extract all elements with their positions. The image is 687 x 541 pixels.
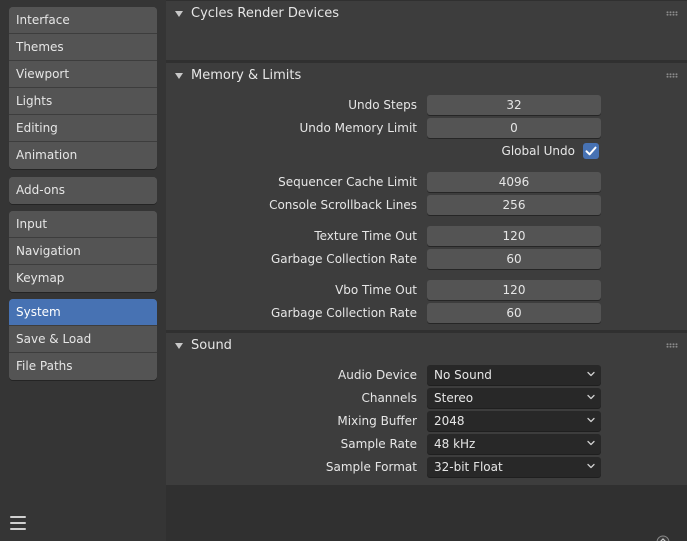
sample-format-value: 32-bit Float [434, 460, 503, 474]
mixing-buffer-dropdown[interactable]: 2048 [427, 411, 601, 431]
panel-title: Memory & Limits [191, 68, 302, 83]
sequencer-cache-limit-label: Sequencer Cache Limit [278, 175, 417, 189]
sidebar-item-themes[interactable]: Themes [9, 34, 157, 61]
undo-steps-field[interactable]: 32 [427, 95, 601, 115]
undo-memory-limit-label: Undo Memory Limit [299, 121, 417, 135]
global-undo-checkbox[interactable] [583, 143, 599, 159]
chevron-down-icon [587, 417, 595, 423]
sample-rate-value: 48 kHz [434, 437, 476, 451]
sidebar-item-keymap[interactable]: Keymap [9, 265, 157, 292]
sidebar-item-navigation[interactable]: Navigation [9, 238, 157, 265]
sample-rate-row: Sample Rate 48 kHz [166, 434, 687, 454]
global-undo-label[interactable]: Global Undo [502, 141, 575, 161]
texture-time-out-row: Texture Time Out 120 [166, 226, 687, 246]
texture-gc-rate-row: Garbage Collection Rate 60 [166, 249, 687, 269]
sidebar-item-save-load[interactable]: Save & Load [9, 326, 157, 353]
checkmark-icon [585, 146, 597, 156]
vbo-gc-rate-label: Garbage Collection Rate [270, 306, 417, 320]
audio-device-dropdown[interactable]: No Sound [427, 365, 601, 385]
undo-memory-limit-row: Undo Memory Limit 0 [166, 118, 687, 138]
vbo-time-out-field[interactable]: 120 [427, 280, 601, 300]
undo-memory-limit-field[interactable]: 0 [427, 118, 601, 138]
channels-value: Stereo [434, 391, 474, 405]
undo-steps-row: Undo Steps 32 [166, 95, 687, 115]
sidebar-item-lights[interactable]: Lights [9, 88, 157, 115]
nav-group-addons: Add-ons [9, 177, 157, 204]
channels-row: Channels Stereo [166, 388, 687, 408]
sample-format-label: Sample Format [325, 460, 417, 474]
texture-time-out-label: Texture Time Out [314, 229, 417, 243]
chevron-down-icon [587, 394, 595, 400]
mixing-buffer-row: Mixing Buffer 2048 [166, 411, 687, 431]
texture-gc-rate-field[interactable]: 60 [427, 249, 601, 269]
console-scrollback-lines-label: Console Scrollback Lines [269, 198, 417, 212]
chevron-up-icon [656, 535, 670, 541]
sidebar-item-viewport[interactable]: Viewport [9, 61, 157, 88]
nav-group-general: Interface Themes Viewport Lights Editing… [9, 7, 157, 169]
triangle-down-icon [175, 342, 183, 349]
audio-device-label: Audio Device [338, 368, 417, 382]
channels-label: Channels [361, 391, 417, 405]
triangle-down-icon [175, 10, 183, 17]
drag-grip-icon[interactable] [666, 73, 678, 78]
sample-format-row: Sample Format 32-bit Float [166, 457, 687, 477]
sidebar-item-editing[interactable]: Editing [9, 115, 157, 142]
channels-dropdown[interactable]: Stereo [427, 388, 601, 408]
mixing-buffer-value: 2048 [434, 414, 465, 428]
hamburger-menu-icon[interactable] [9, 514, 27, 532]
panel-body-memory-limits: Undo Steps 32 Undo Memory Limit 0 Global… [166, 88, 687, 330]
panel-header-sound[interactable]: Sound [166, 333, 687, 358]
sample-rate-dropdown[interactable]: 48 kHz [427, 434, 601, 454]
audio-device-value: No Sound [434, 368, 492, 382]
texture-time-out-field[interactable]: 120 [427, 226, 601, 246]
preferences-sidebar: Interface Themes Viewport Lights Editing… [0, 0, 166, 541]
sidebar-item-animation[interactable]: Animation [9, 142, 157, 169]
menu-line [10, 522, 26, 524]
sidebar-item-add-ons[interactable]: Add-ons [9, 177, 157, 204]
triangle-down-icon [175, 72, 183, 79]
nav-group-system: System Save & Load File Paths [9, 299, 157, 380]
sample-rate-label: Sample Rate [340, 437, 417, 451]
chevron-down-icon [587, 371, 595, 377]
sidebar-item-system[interactable]: System [9, 299, 157, 326]
vbo-gc-rate-row: Garbage Collection Rate 60 [166, 303, 687, 323]
panel-header-cycles-render-devices[interactable]: Cycles Render Devices [166, 1, 687, 26]
sidebar-item-file-paths[interactable]: File Paths [9, 353, 157, 380]
panel-header-memory-limits[interactable]: Memory & Limits [166, 63, 687, 88]
sidebar-item-input[interactable]: Input [9, 211, 157, 238]
sequencer-cache-limit-row: Sequencer Cache Limit 4096 [166, 172, 687, 192]
nav-group-input: Input Navigation Keymap [9, 211, 157, 292]
sequencer-cache-limit-field[interactable]: 4096 [427, 172, 601, 192]
console-scrollback-lines-field[interactable]: 256 [427, 195, 601, 215]
panel-title: Sound [191, 338, 232, 353]
vbo-gc-rate-field[interactable]: 60 [427, 303, 601, 323]
chevron-down-icon [587, 440, 595, 446]
texture-gc-rate-label: Garbage Collection Rate [270, 252, 417, 266]
audio-device-row: Audio Device No Sound [166, 365, 687, 385]
drag-grip-icon[interactable] [666, 343, 678, 348]
preferences-main: Cycles Render Devices Memory & Limits Un… [166, 0, 687, 541]
menu-line [10, 528, 26, 530]
scroll-up-icon[interactable] [656, 535, 670, 541]
panel-title: Cycles Render Devices [191, 6, 340, 21]
drag-grip-icon[interactable] [666, 11, 678, 16]
menu-line [10, 516, 26, 518]
sidebar-item-interface[interactable]: Interface [9, 7, 157, 34]
console-scrollback-lines-row: Console Scrollback Lines 256 [166, 195, 687, 215]
preferences-window: Interface Themes Viewport Lights Editing… [0, 0, 687, 541]
panel-body-cycles-render-devices [166, 26, 687, 60]
vbo-time-out-label: Vbo Time Out [335, 283, 417, 297]
global-undo-row: Global Undo [166, 141, 687, 161]
chevron-down-icon [587, 463, 595, 469]
sample-format-dropdown[interactable]: 32-bit Float [427, 457, 601, 477]
mixing-buffer-label: Mixing Buffer [337, 414, 417, 428]
undo-steps-label: Undo Steps [348, 98, 417, 112]
panel-body-sound: Audio Device No Sound Channels Stereo Mi… [166, 358, 687, 485]
vbo-time-out-row: Vbo Time Out 120 [166, 280, 687, 300]
